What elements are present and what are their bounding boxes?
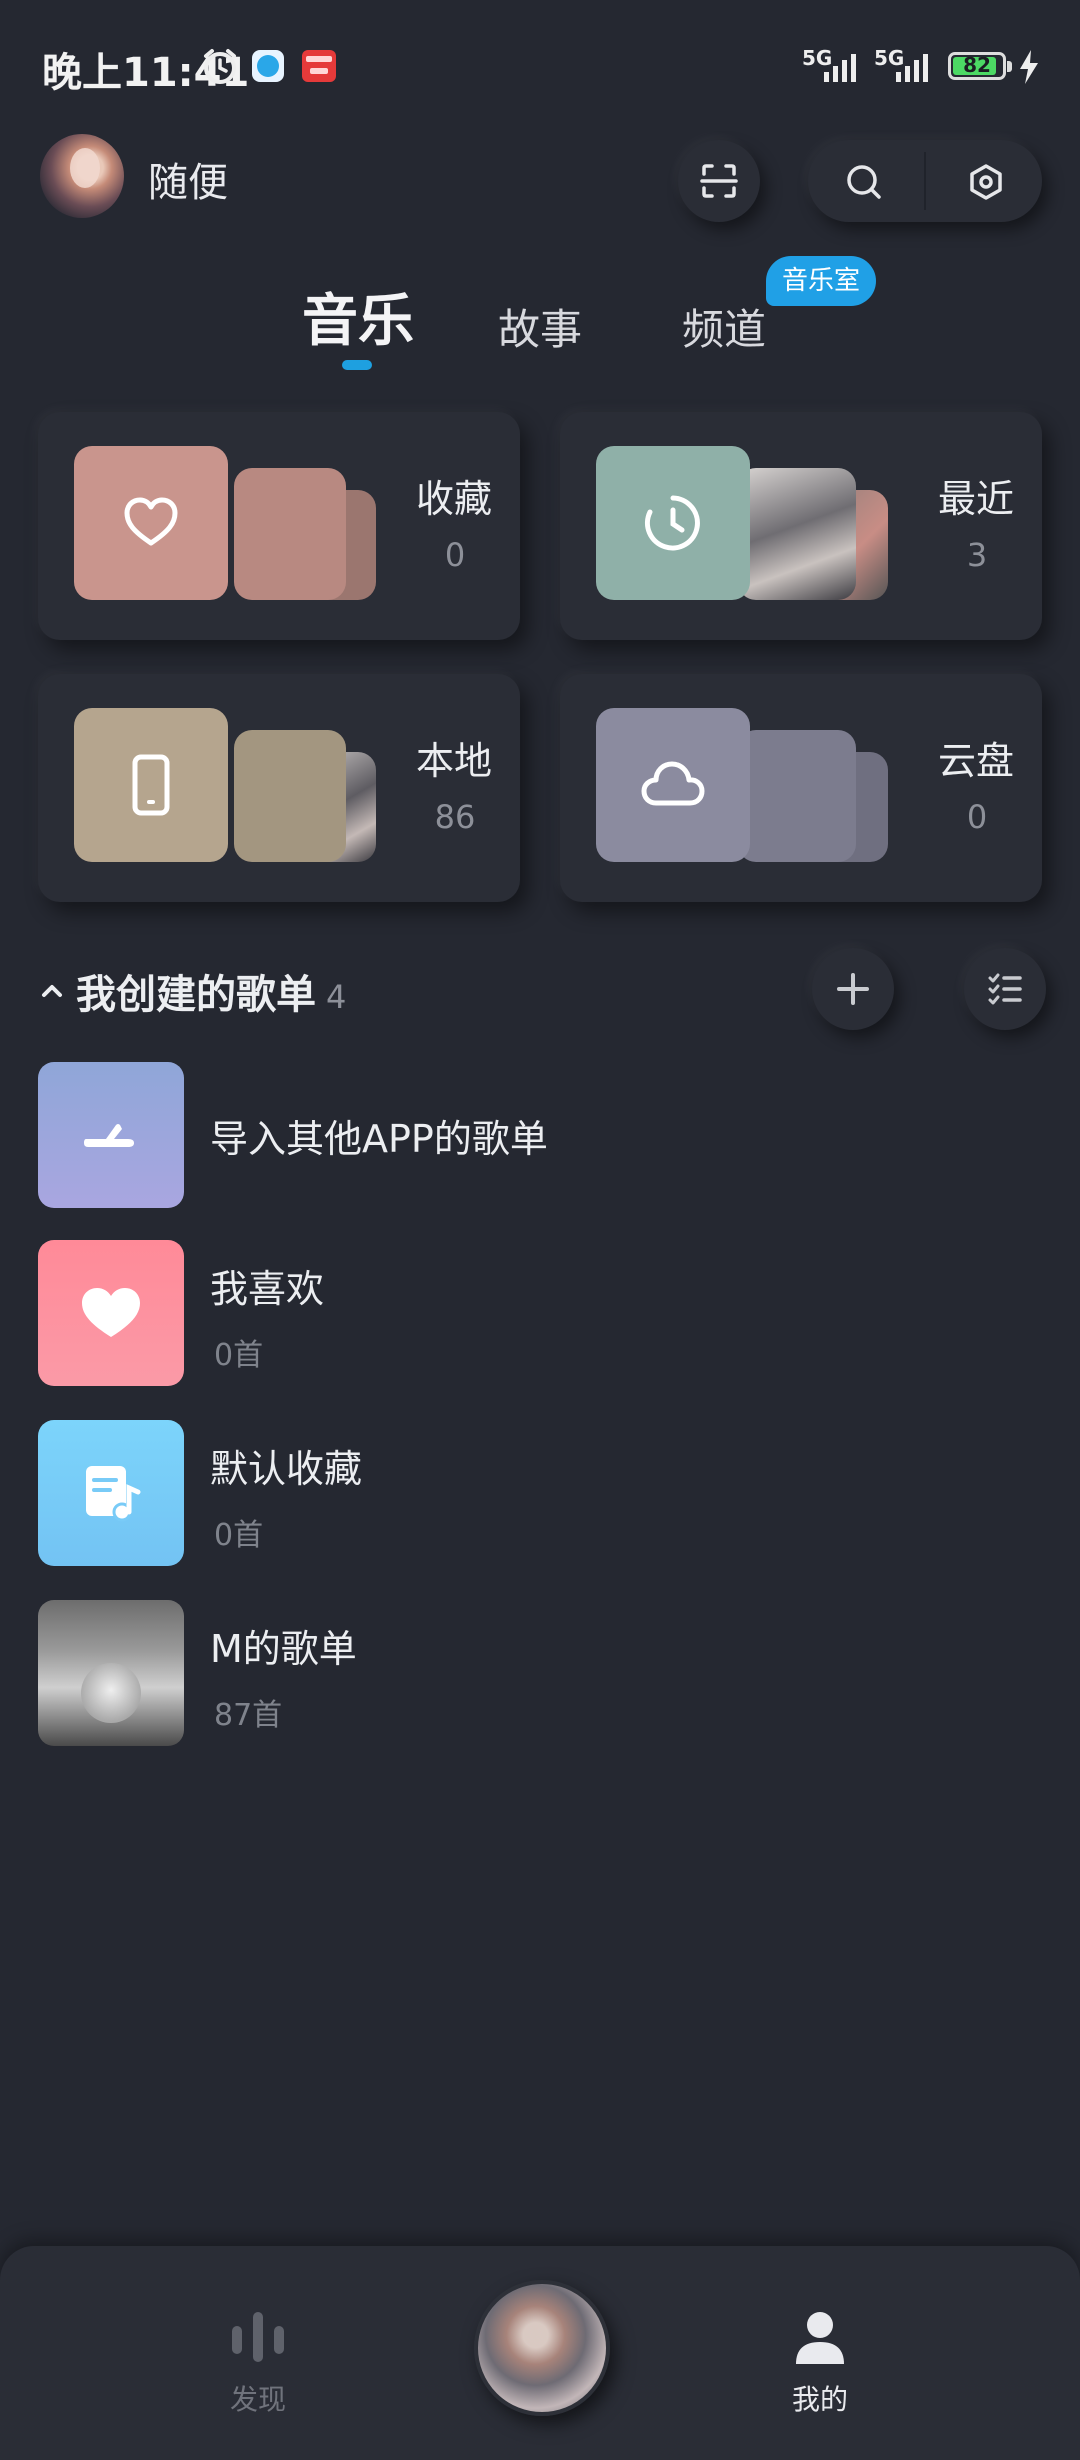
plus-icon (837, 973, 869, 1005)
scan-icon (700, 164, 738, 198)
music-room-badge[interactable]: 音乐室 (766, 256, 876, 306)
username[interactable]: 随便 (148, 150, 228, 208)
phone-icon (132, 754, 170, 816)
card-recent[interactable]: 最近 3 (560, 412, 1042, 640)
music-note-doc-icon (86, 1466, 141, 1522)
battery-tip (1007, 61, 1012, 72)
card-cloud[interactable]: 云盘 0 (560, 674, 1042, 902)
signal-bars-icon-1 (824, 54, 856, 82)
nav-mine[interactable]: 我的 (760, 2300, 880, 2420)
tab-channel[interactable]: 频道 (682, 296, 766, 357)
shopping-app-icon (302, 50, 336, 82)
playlist-item[interactable]: 导入其他APP的歌单 (0, 1060, 1080, 1210)
chevron-up-icon[interactable] (40, 980, 64, 1000)
card-count: 0 (444, 536, 466, 574)
person-icon (796, 2312, 844, 2364)
playlist-cover (38, 1420, 184, 1566)
avatar[interactable] (40, 134, 124, 218)
nav-discover[interactable]: 发现 (198, 2300, 318, 2420)
alarm-icon (204, 49, 236, 84)
section-title: 我创建的歌单 (76, 972, 316, 1018)
scan-button[interactable] (678, 140, 760, 222)
playlist-title: 默认收藏 (210, 1447, 363, 1491)
hexagon-settings-icon (970, 164, 1002, 200)
card-stack-middle (738, 730, 856, 862)
playlist-item[interactable]: 我喜欢 0首 (0, 1240, 1080, 1390)
card-cover-local (74, 708, 228, 862)
manage-playlist-button[interactable] (964, 948, 1046, 1030)
tab-story[interactable]: 故事 (498, 296, 582, 357)
clock-icon (644, 495, 700, 551)
battery-indicator: 82 (948, 52, 1006, 80)
card-cover-cloud (596, 708, 750, 862)
card-stack-middle (738, 468, 856, 600)
card-count: 3 (966, 536, 988, 574)
cloud-icon (641, 761, 705, 806)
search-button[interactable] (834, 152, 894, 212)
card-title: 收藏 (416, 477, 493, 521)
sound-bars-icon (232, 2312, 284, 2362)
card-cover-favorites (74, 446, 228, 600)
card-cover-recent (596, 446, 750, 600)
card-count: 86 (434, 798, 476, 836)
status-bar: 晚上11:41 5G 5G 82 (0, 0, 1080, 130)
heart-icon (82, 1288, 140, 1337)
card-stack-middle (234, 730, 346, 862)
nav-label: 我的 (791, 2383, 848, 2416)
card-title: 最近 (938, 477, 1015, 521)
playlist-song-count: 87首 (214, 1698, 283, 1733)
playlist-item[interactable]: 默认收藏 0首 (0, 1420, 1080, 1570)
card-title: 本地 (416, 739, 493, 783)
playlist-song-count: 0首 (214, 1338, 264, 1373)
checklist-icon (988, 973, 1022, 1005)
now-playing-disc[interactable] (474, 2280, 610, 2416)
playlist-item[interactable]: M的歌单 87首 (0, 1600, 1080, 1750)
playlist-title: 我喜欢 (210, 1267, 325, 1311)
add-playlist-button[interactable] (812, 948, 894, 1030)
playlist-song-count: 0首 (214, 1518, 264, 1553)
playlist-cover (38, 1240, 184, 1386)
heart-icon (124, 497, 178, 546)
playlist-title: 导入其他APP的歌单 (210, 1117, 548, 1161)
section-count: 4 (326, 978, 347, 1016)
battery-level: 82 (963, 53, 991, 77)
tab-active-indicator (342, 360, 372, 370)
pill-divider (924, 152, 926, 210)
card-local[interactable]: 本地 86 (38, 674, 520, 902)
charging-icon (1020, 50, 1038, 84)
signal-bars-icon-2 (896, 54, 928, 82)
card-favorites[interactable]: 收藏 0 (38, 412, 520, 640)
card-count: 0 (966, 798, 988, 836)
search-icon (847, 165, 881, 199)
playlist-cover (38, 1062, 184, 1208)
playlist-title: M的歌单 (210, 1627, 357, 1671)
tab-music[interactable]: 音乐 (302, 276, 414, 357)
import-icon (84, 1124, 134, 1147)
card-stack-middle (234, 468, 346, 600)
playlist-cover-photo (38, 1600, 184, 1746)
settings-button[interactable] (956, 152, 1016, 212)
nav-label: 发现 (229, 2383, 286, 2416)
app-notification-icon (252, 50, 284, 82)
section-header[interactable]: 我创建的歌单 4 (76, 962, 346, 1020)
card-title: 云盘 (938, 739, 1015, 783)
